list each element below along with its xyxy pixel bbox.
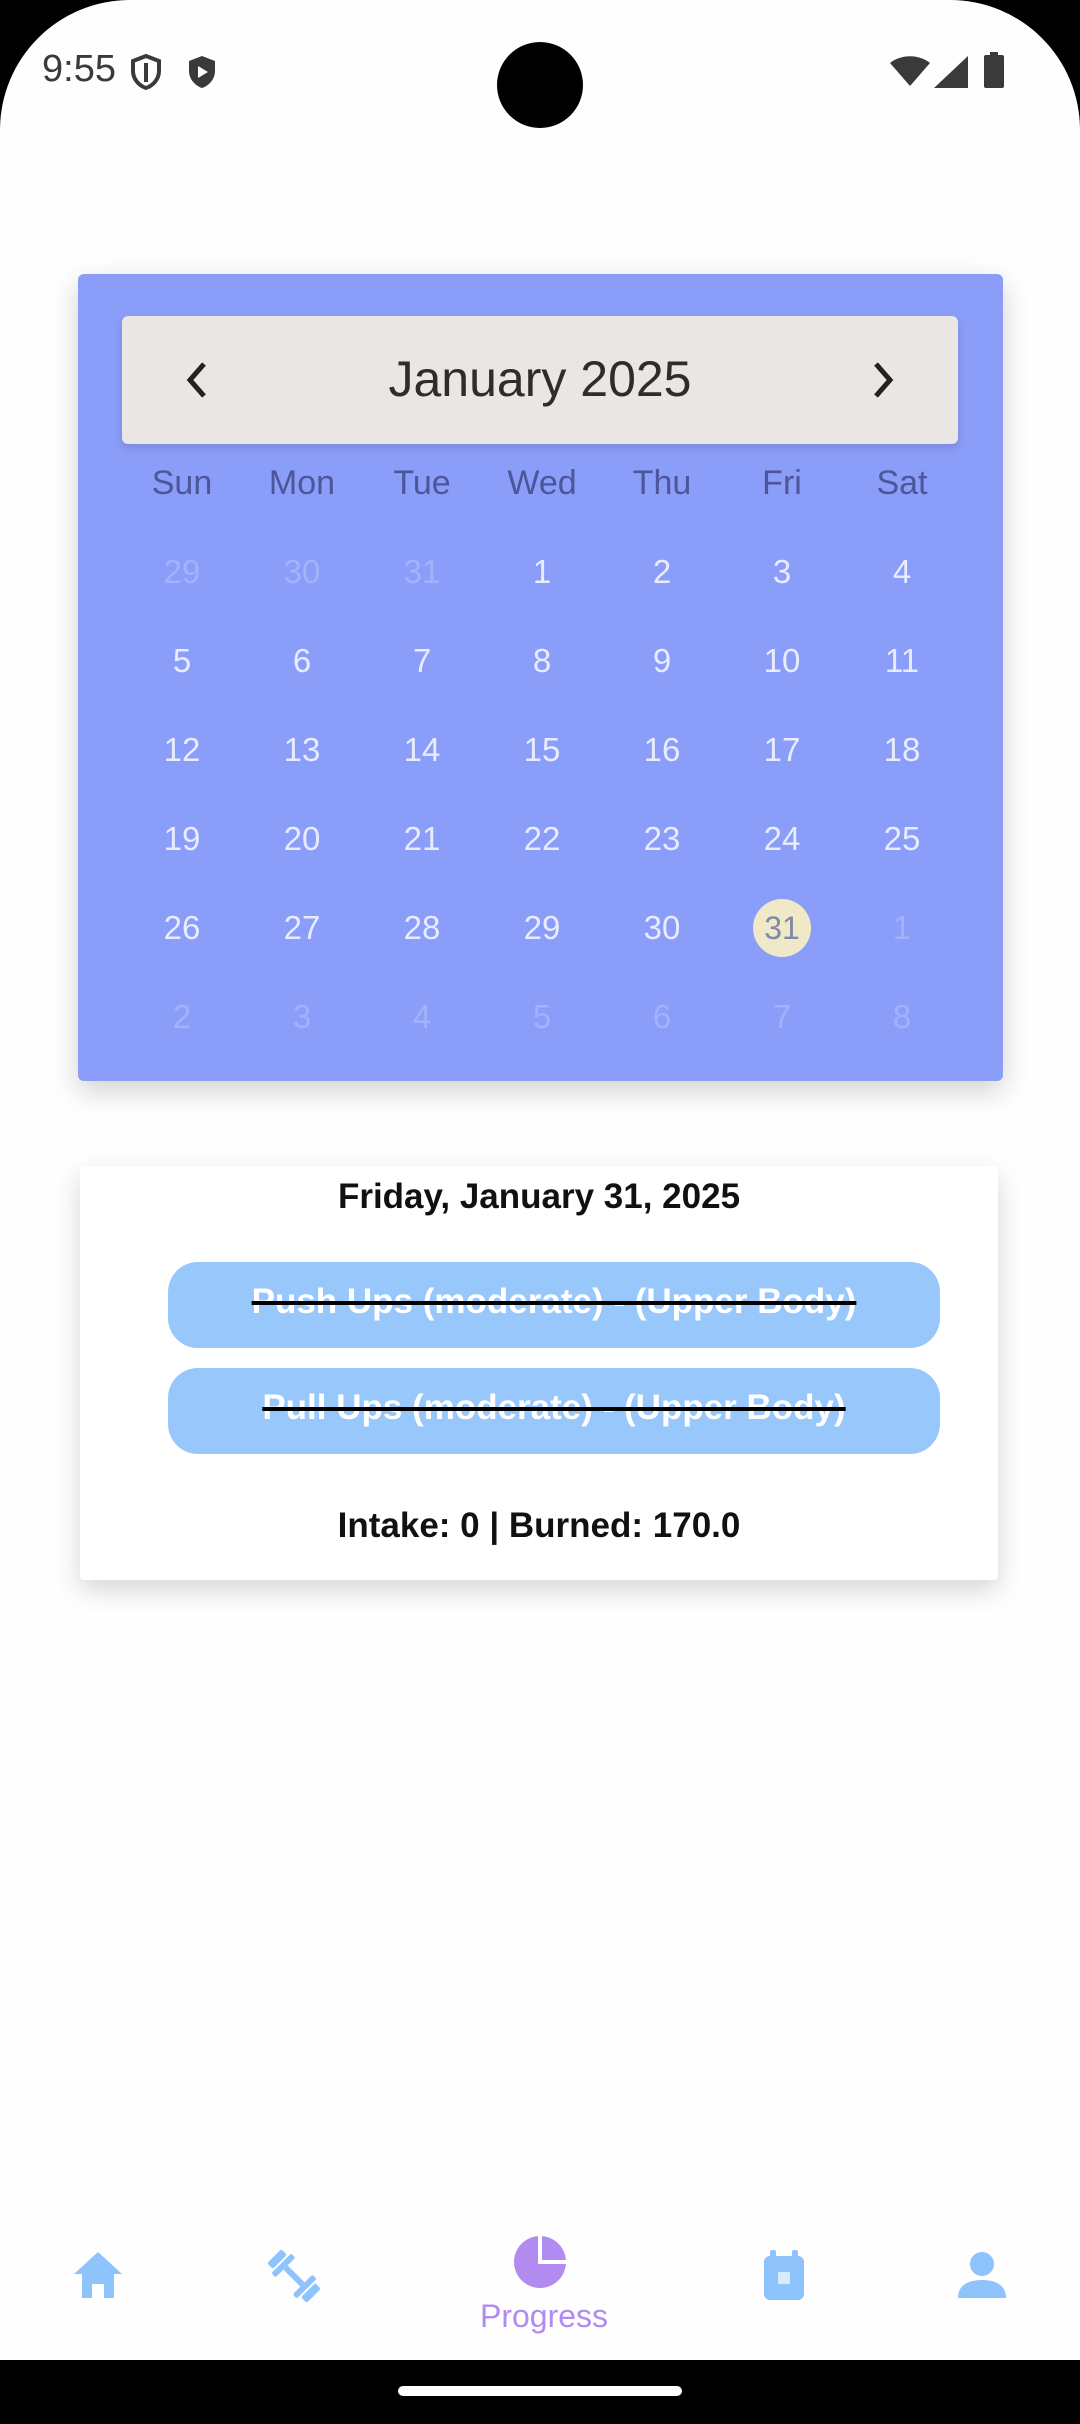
workout-task-label: Push Ups (moderate) - (Upper Body) — [251, 1282, 857, 1321]
calendar-header: January 2025 — [122, 316, 958, 444]
calendar-day[interactable]: 10 — [737, 631, 827, 691]
calendar-day[interactable]: 31 — [377, 542, 467, 602]
calendar-day[interactable]: 26 — [137, 898, 227, 958]
calendar-day[interactable]: 2 — [137, 987, 227, 1047]
calendar-day[interactable]: 9 — [617, 631, 707, 691]
calendar-day[interactable]: 7 — [737, 987, 827, 1047]
weekday-label: Tue — [393, 464, 451, 502]
person-icon — [958, 2252, 1006, 2298]
home-icon — [74, 2252, 122, 2298]
calendar-day[interactable]: 29 — [497, 898, 587, 958]
weekday-label: Sun — [151, 464, 213, 502]
calendar-day[interactable]: 16 — [617, 720, 707, 780]
calendar-day[interactable]: 15 — [497, 720, 587, 780]
workout-task-item[interactable]: Pull Ups (moderate) - (Upper Body) — [168, 1368, 940, 1454]
home-indicator[interactable] — [398, 2386, 682, 2396]
calendar-day[interactable]: 19 — [137, 809, 227, 869]
selected-date-heading: Friday, January 31, 2025 — [337, 1177, 741, 1216]
nav-profile[interactable] — [922, 2230, 1042, 2350]
calendar-day[interactable]: 1 — [497, 542, 587, 602]
app-screen: 9:55 January 2025 Sun Mon Tue Wed Thu Fr… — [0, 0, 1080, 2424]
calendar-day-selected[interactable]: 31 — [753, 899, 811, 957]
calendar-day[interactable]: 13 — [257, 720, 347, 780]
nav-workouts[interactable] — [234, 2230, 354, 2350]
battery-icon — [984, 52, 1004, 93]
workout-task-label: Pull Ups (moderate) - (Upper Body) — [262, 1388, 846, 1427]
calendar-day[interactable]: 21 — [377, 809, 467, 869]
calendar-day[interactable]: 25 — [857, 809, 947, 869]
calendar-day[interactable]: 22 — [497, 809, 587, 869]
day-summary-card: Friday, January 31, 2025 Push Ups (moder… — [80, 1166, 998, 1580]
calendar-day[interactable]: 4 — [857, 542, 947, 602]
calendar-day[interactable]: 20 — [257, 809, 347, 869]
nav-calendar[interactable] — [724, 2230, 844, 2350]
calendar-day[interactable]: 14 — [377, 720, 467, 780]
calorie-stats: Intake: 0 | Burned: 170.0 — [337, 1506, 741, 1545]
calendar-day[interactable]: 30 — [257, 542, 347, 602]
weekday-label: Mon — [268, 464, 336, 502]
nav-home[interactable] — [38, 2230, 158, 2350]
calendar-day[interactable]: 7 — [377, 631, 467, 691]
nav-progress-label: Progress — [480, 2298, 609, 2334]
calendar-card: January 2025 Sun Mon Tue Wed Thu Fri Sat… — [78, 274, 1003, 1081]
nav-progress[interactable]: Progress — [480, 2230, 609, 2350]
status-time: 9:55 — [42, 48, 116, 90]
calendar-day[interactable]: 5 — [137, 631, 227, 691]
weekday-label: Sat — [876, 464, 928, 502]
calendar-day[interactable]: 3 — [257, 987, 347, 1047]
next-month-button[interactable] — [852, 352, 912, 408]
pie-chart-icon — [514, 2236, 566, 2288]
wifi-icon — [890, 56, 930, 93]
front-camera — [497, 42, 583, 128]
calendar-day[interactable]: 8 — [497, 631, 587, 691]
dumbbell-icon — [267, 2249, 321, 2303]
month-title[interactable]: January 2025 — [122, 350, 958, 408]
calendar-day[interactable]: 2 — [617, 542, 707, 602]
bottom-navigation: Progress — [0, 2230, 1080, 2360]
calendar-day[interactable]: 28 — [377, 898, 467, 958]
calendar-badge-icon — [764, 2250, 804, 2300]
calendar-day[interactable]: 18 — [857, 720, 947, 780]
calendar-day[interactable]: 6 — [257, 631, 347, 691]
calendar-day[interactable]: 4 — [377, 987, 467, 1047]
calendar-day[interactable]: 23 — [617, 809, 707, 869]
play-shield-icon — [186, 54, 218, 95]
shield-icon — [130, 53, 162, 95]
calendar-day[interactable]: 8 — [857, 987, 947, 1047]
calendar-day[interactable]: 29 — [137, 542, 227, 602]
signal-icon — [934, 56, 968, 93]
chevron-right-icon — [874, 362, 894, 398]
calendar-day[interactable]: 30 — [617, 898, 707, 958]
workout-task-item[interactable]: Push Ups (moderate) - (Upper Body) — [168, 1262, 940, 1348]
calendar-day[interactable]: 17 — [737, 720, 827, 780]
weekday-label: Wed — [507, 464, 577, 502]
calendar-day[interactable]: 3 — [737, 542, 827, 602]
calendar-day[interactable]: 1 — [857, 898, 947, 958]
weekday-label: Fri — [762, 464, 802, 502]
calendar-day[interactable]: 24 — [737, 809, 827, 869]
calendar-day[interactable]: 27 — [257, 898, 347, 958]
calendar-day[interactable]: 11 — [857, 631, 947, 691]
calendar-day[interactable]: 12 — [137, 720, 227, 780]
weekday-label: Thu — [632, 464, 692, 502]
status-bar: 9:55 — [0, 0, 1080, 140]
weekday-row: Sun Mon Tue Wed Thu Fri Sat — [78, 464, 1003, 524]
calendar-day[interactable]: 5 — [497, 987, 587, 1047]
calendar-day[interactable]: 6 — [617, 987, 707, 1047]
